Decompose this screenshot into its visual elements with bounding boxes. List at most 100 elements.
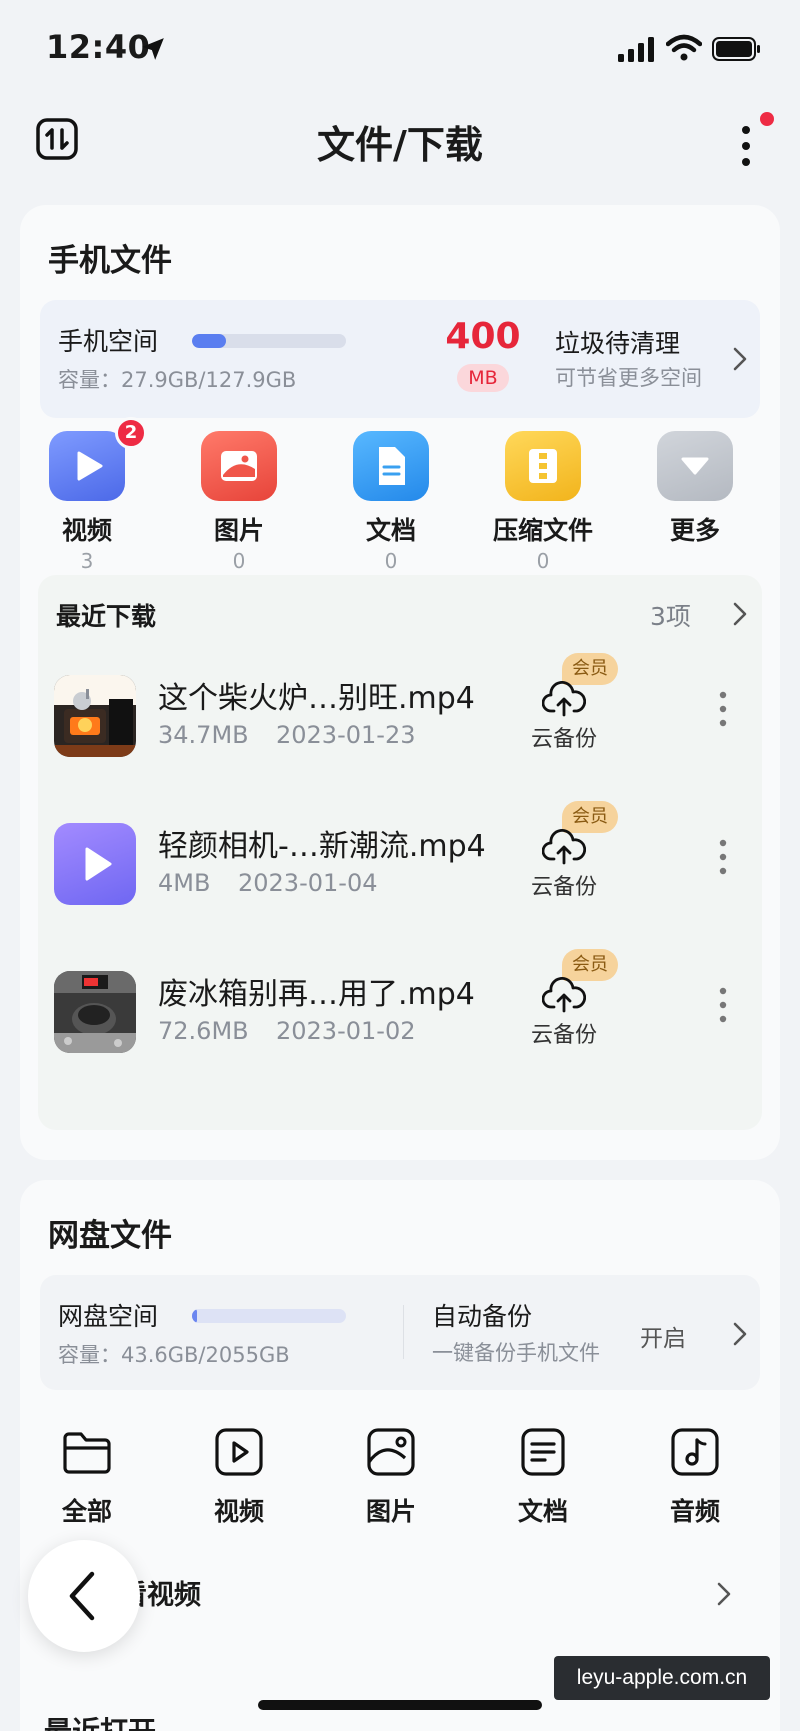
cloud-category-document[interactable]: 文档 bbox=[468, 1424, 618, 1528]
folder-icon bbox=[63, 1432, 111, 1474]
nav-bar: 文件/下载 bbox=[0, 100, 800, 200]
category-video[interactable]: 2 视频 3 bbox=[12, 417, 162, 573]
divider bbox=[403, 1305, 404, 1359]
download-file-name: 轻颜相机-…新潮流.mp4 bbox=[158, 829, 486, 864]
junk-clean-subtitle: 可节省更多空间 bbox=[555, 366, 702, 390]
notification-dot bbox=[760, 112, 774, 126]
cloud-upload-icon[interactable] bbox=[542, 829, 586, 865]
junk-size-unit: MB bbox=[457, 364, 509, 392]
cloud-space-progress bbox=[192, 1309, 346, 1323]
chevron-right-icon[interactable] bbox=[732, 1321, 748, 1347]
category-count: 0 bbox=[536, 549, 550, 573]
category-label: 视频 bbox=[61, 516, 112, 545]
status-time: 12:40 bbox=[46, 28, 151, 66]
page-title: 文件/下载 bbox=[317, 123, 483, 167]
document-icon bbox=[353, 431, 429, 501]
video-icon: 2 bbox=[49, 417, 147, 501]
cloud-space-label: 网盘空间 bbox=[58, 1302, 159, 1331]
download-file-date: 2023-01-23 bbox=[276, 721, 416, 749]
download-row[interactable]: 轻颜相机-…新潮流.mp4 4MB 2023-01-04 会员 云备份 bbox=[38, 801, 762, 943]
phone-category-row: 2 视频 3 图片 0 文档 0 压缩文件 0 更多 bbox=[20, 417, 780, 573]
cloud-space-capacity: 容量：43.6GB/2055GB bbox=[58, 1343, 290, 1367]
fridge-video-thumbnail bbox=[54, 971, 136, 1053]
recent-open-title: 最近打开 bbox=[44, 1710, 156, 1731]
cloud-backup-label[interactable]: 云备份 bbox=[522, 1017, 606, 1049]
status-bar: 12:40 bbox=[0, 0, 800, 100]
auto-backup-subtitle: 一键备份手机文件 bbox=[432, 1341, 600, 1365]
cloud-category-row: 全部 视频 图片 文档 音频 bbox=[20, 1424, 780, 1534]
chevron-left-icon bbox=[69, 1571, 95, 1621]
cloud-category-label: 音频 bbox=[669, 1497, 720, 1526]
category-zip[interactable]: 压缩文件 0 bbox=[468, 431, 618, 573]
cloud-upload-icon[interactable] bbox=[542, 977, 586, 1013]
junk-clean-title[interactable]: 垃圾待清理 bbox=[555, 324, 680, 360]
cloud-space-progress-fill bbox=[192, 1309, 197, 1323]
phone-files-title: 手机文件 bbox=[48, 243, 172, 279]
phone-space-label: 手机空间 bbox=[58, 327, 159, 356]
auto-backup-enable-button[interactable]: 开启 bbox=[640, 1319, 686, 1353]
phone-files-card: 手机文件 手机空间 容量：27.9GB/127.9GB 400 MB 垃圾待清理… bbox=[20, 205, 780, 1160]
category-more[interactable]: 更多 bbox=[620, 431, 770, 549]
category-document[interactable]: 文档 0 bbox=[316, 431, 466, 573]
cloud-files-title: 网盘文件 bbox=[48, 1218, 172, 1254]
wifi-icon bbox=[666, 34, 702, 61]
stove-video-thumbnail bbox=[54, 675, 136, 757]
category-count: 0 bbox=[384, 549, 398, 573]
download-row[interactable]: 废冰箱别再…用了.mp4 72.6MB 2023-01-02 会员 云备份 bbox=[38, 949, 762, 1091]
video-play-icon bbox=[54, 823, 136, 905]
video-count-badge: 2 bbox=[115, 417, 147, 449]
home-indicator[interactable] bbox=[258, 1700, 542, 1710]
category-label: 文档 bbox=[365, 516, 416, 545]
category-image[interactable]: 图片 0 bbox=[164, 431, 314, 573]
category-label: 压缩文件 bbox=[492, 516, 593, 545]
cloud-category-image[interactable]: 图片 bbox=[316, 1424, 466, 1528]
recent-downloads-count[interactable]: 3项 bbox=[650, 597, 691, 633]
more-vertical-icon[interactable] bbox=[718, 689, 728, 729]
download-file-name: 废冰箱别再…用了.mp4 bbox=[158, 977, 475, 1012]
category-label: 更多 bbox=[669, 516, 720, 545]
download-file-name: 这个柴火炉…别旺.mp4 bbox=[158, 681, 475, 716]
document-outline-icon bbox=[521, 1428, 565, 1476]
cloud-backup-label[interactable]: 云备份 bbox=[522, 869, 606, 901]
more-vertical-icon[interactable] bbox=[718, 837, 728, 877]
cloud-category-label: 全部 bbox=[61, 1497, 112, 1526]
download-file-date: 2023-01-04 bbox=[238, 869, 378, 897]
image-outline-icon bbox=[367, 1428, 415, 1476]
category-label: 图片 bbox=[213, 516, 264, 545]
download-file-date: 2023-01-02 bbox=[276, 1017, 416, 1045]
phone-space-progress-fill bbox=[192, 334, 226, 348]
category-count: 0 bbox=[232, 549, 246, 573]
cloud-category-label: 文档 bbox=[517, 1497, 568, 1526]
cloud-category-all[interactable]: 全部 bbox=[12, 1424, 162, 1528]
phone-space-capacity: 容量：27.9GB/127.9GB bbox=[58, 368, 297, 392]
chevron-right-icon[interactable] bbox=[716, 1581, 732, 1607]
cloud-files-card: 网盘文件 网盘空间 容量：43.6GB/2055GB 自动备份 一键备份手机文件… bbox=[20, 1180, 780, 1731]
cloud-category-label: 图片 bbox=[365, 1497, 416, 1526]
auto-backup-title: 自动备份 bbox=[432, 1302, 533, 1331]
download-file-size: 34.7MB bbox=[158, 721, 249, 749]
cellular-signal-icon bbox=[618, 37, 654, 62]
cloud-upload-icon[interactable] bbox=[542, 681, 586, 717]
chevron-right-icon[interactable] bbox=[732, 346, 748, 372]
download-file-size: 72.6MB bbox=[158, 1017, 249, 1045]
phone-space-panel[interactable]: 手机空间 容量：27.9GB/127.9GB 400 MB 垃圾待清理 可节省更… bbox=[40, 300, 760, 418]
phone-space-progress bbox=[192, 334, 346, 348]
download-row[interactable]: 这个柴火炉…别旺.mp4 34.7MB 2023-01-23 会员 云备份 bbox=[38, 653, 762, 795]
cloud-category-label: 视频 bbox=[213, 1497, 264, 1526]
recent-downloads-panel: 最近下载 3项 这个柴火炉…别旺.mp4 34.7MB 2023-01-23 会… bbox=[38, 575, 762, 1130]
music-icon bbox=[671, 1428, 719, 1476]
chevron-right-icon[interactable] bbox=[732, 601, 748, 627]
back-button[interactable] bbox=[28, 1540, 140, 1652]
more-icon bbox=[657, 431, 733, 501]
cloud-category-video[interactable]: 视频 bbox=[164, 1424, 314, 1528]
zip-icon bbox=[505, 431, 581, 501]
video-outline-icon bbox=[215, 1428, 263, 1476]
cloud-backup-label[interactable]: 云备份 bbox=[522, 721, 606, 753]
image-icon bbox=[201, 431, 277, 501]
cloud-space-panel[interactable]: 网盘空间 容量：43.6GB/2055GB 自动备份 一键备份手机文件 开启 bbox=[40, 1275, 760, 1390]
recent-downloads-title: 最近下载 bbox=[56, 602, 157, 631]
category-count: 3 bbox=[80, 549, 94, 573]
more-vertical-icon[interactable] bbox=[718, 985, 728, 1025]
cloud-category-audio[interactable]: 音频 bbox=[620, 1424, 770, 1528]
location-arrow-icon bbox=[142, 38, 164, 60]
